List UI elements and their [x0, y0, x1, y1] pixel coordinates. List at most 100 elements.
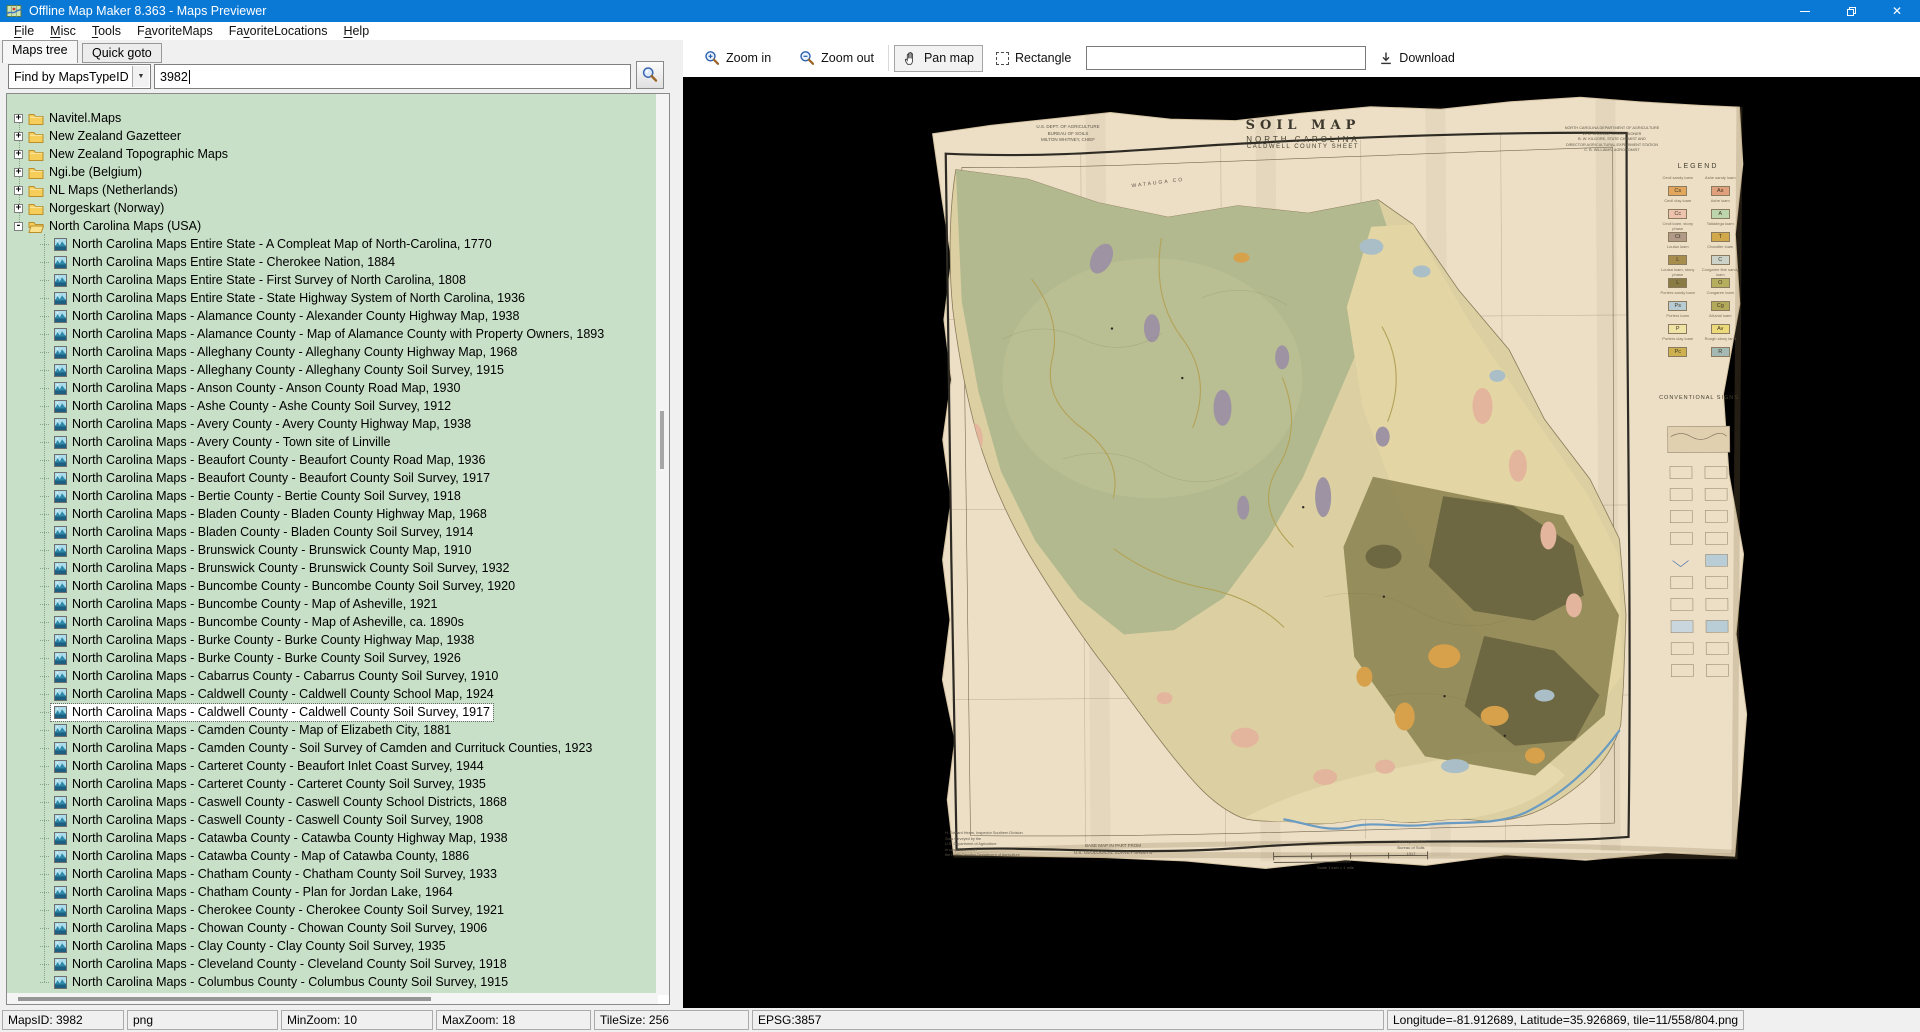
tree-item[interactable]: North Carolina Maps - Bladen County - Bl… — [7, 523, 658, 541]
tree-item[interactable]: North Carolina Maps - Buncombe County - … — [7, 577, 658, 595]
selection-input[interactable] — [1086, 46, 1366, 70]
tree-item[interactable]: North Carolina Maps - Caldwell County - … — [7, 685, 658, 703]
tree-item[interactable]: North Carolina Maps Entire State - State… — [7, 289, 658, 307]
menu-item[interactable]: FavoriteMaps — [129, 23, 221, 39]
tree-item[interactable]: North Carolina Maps - Alleghany County -… — [7, 361, 658, 379]
tree-folder[interactable]: + Norgeskart (Norway) — [7, 199, 658, 217]
tree-item[interactable]: North Carolina Maps - Clay County - Clay… — [7, 937, 658, 955]
tree-item-label: North Carolina Maps - Alamance County - … — [72, 327, 604, 341]
tree-item-label: North Carolina Maps - Bertie County - Be… — [72, 489, 461, 503]
tree-item[interactable]: North Carolina Maps - Avery County - Tow… — [7, 433, 658, 451]
tree-item-label: North Carolina Maps - Brunswick County -… — [72, 543, 471, 557]
tree-folder[interactable]: + New Zealand Gazetteer — [7, 127, 658, 145]
restore-button[interactable] — [1828, 0, 1874, 22]
tree-item-label: North Carolina Maps - Avery County - Ave… — [72, 417, 471, 431]
rectangle-button[interactable]: Rectangle — [987, 45, 1080, 71]
pan-map-button[interactable]: Pan map — [894, 45, 983, 72]
zoom-in-button[interactable]: Zoom in — [695, 44, 780, 72]
tree-folder[interactable]: + New Zealand Topographic Maps — [7, 145, 658, 163]
tree-item[interactable]: North Carolina Maps - Avery County - Ave… — [7, 415, 658, 433]
tree-item[interactable]: North Carolina Maps - Burke County - Bur… — [7, 631, 658, 649]
tree-folder-label: North Carolina Maps (USA) — [49, 219, 201, 233]
zoom-out-button[interactable]: Zoom out — [790, 44, 883, 72]
legend-item: Louisa loam L — [1659, 245, 1697, 265]
tree-vertical-scrollbar-thumb[interactable] — [660, 411, 664, 469]
search-input[interactable]: 3982 — [154, 64, 631, 89]
tree-horizontal-scrollbar-thumb[interactable] — [18, 997, 431, 1001]
tree-folder[interactable]: + Ngi.be (Belgium) — [7, 163, 658, 181]
tree-item[interactable]: North Carolina Maps - Brunswick County -… — [7, 559, 658, 577]
close-button[interactable]: ✕ — [1874, 0, 1920, 22]
tree-item[interactable]: North Carolina Maps - Cabarrus County - … — [7, 667, 658, 685]
map-thumbnail-icon — [54, 688, 67, 701]
tree-item[interactable]: North Carolina Maps - Beaufort County - … — [7, 451, 658, 469]
tree-item[interactable]: North Carolina Maps - Camden County - So… — [7, 739, 658, 757]
tree-item[interactable]: North Carolina Maps - Anson County - Ans… — [7, 379, 658, 397]
tree-item[interactable]: North Carolina Maps - Alleghany County -… — [7, 343, 658, 361]
expand-icon[interactable]: + — [14, 150, 23, 159]
map-preview-viewport[interactable]: SOIL MAP NORTH CAROLINA CALDWELL COUNTY … — [683, 77, 1920, 1008]
tree-item[interactable]: North Carolina Maps - Ashe County - Ashe… — [7, 397, 658, 415]
tree-item[interactable]: North Carolina Maps - Bladen County - Bl… — [7, 505, 658, 523]
tree-item[interactable]: North Carolina Maps - Carteret County - … — [7, 757, 658, 775]
tree-item[interactable]: North Carolina Maps - Catawba County - C… — [7, 829, 658, 847]
map-thumbnail-icon — [54, 436, 67, 449]
tree-item[interactable]: North Carolina Maps - Bertie County - Be… — [7, 487, 658, 505]
status-panel: MapsID: 3982 — [2, 1010, 124, 1030]
tree-item[interactable]: North Carolina Maps - Chatham County - P… — [7, 883, 658, 901]
tree-item[interactable]: North Carolina Maps - Caswell County - C… — [7, 811, 658, 829]
expand-icon[interactable]: + — [14, 204, 23, 213]
expand-icon[interactable]: + — [14, 186, 23, 195]
tab-maps-tree[interactable]: Maps tree — [2, 40, 78, 63]
tree-horizontal-scrollbar[interactable] — [7, 993, 658, 1004]
tree-item[interactable]: North Carolina Maps - Columbus County - … — [7, 973, 658, 991]
tree-item[interactable]: North Carolina Maps - Alamance County - … — [7, 307, 658, 325]
tree-item[interactable]: North Carolina Maps - Caldwell County - … — [7, 703, 658, 721]
tree-item[interactable]: North Carolina Maps - Catawba County - M… — [7, 847, 658, 865]
menu-item[interactable]: Help — [335, 23, 377, 39]
tree-folder[interactable]: + Navitel.Maps — [7, 109, 658, 127]
tree-item[interactable]: North Carolina Maps - Buncombe County - … — [7, 613, 658, 631]
tree-item[interactable]: North Carolina Maps Entire State - A Com… — [7, 235, 658, 253]
expand-icon[interactable]: + — [14, 132, 23, 141]
tree-item[interactable]: North Carolina Maps - Beaufort County - … — [7, 469, 658, 487]
tree-folder[interactable]: + NL Maps (Netherlands) — [7, 181, 658, 199]
tree-item[interactable]: North Carolina Maps - Carteret County - … — [7, 775, 658, 793]
minimize-button[interactable] — [1782, 0, 1828, 22]
tree-item[interactable]: North Carolina Maps Entire State - First… — [7, 271, 658, 289]
tree-item[interactable]: North Carolina Maps - Camden County - Ma… — [7, 721, 658, 739]
tree-item[interactable]: North Carolina Maps - Cleveland County -… — [7, 955, 658, 973]
search-button[interactable] — [636, 61, 664, 89]
menu-item[interactable]: Misc — [42, 23, 84, 39]
expand-icon[interactable]: + — [14, 114, 23, 123]
menu-item[interactable]: Tools — [84, 23, 129, 39]
find-by-dropdown[interactable]: Find by MapsTypeID ▼ — [8, 64, 151, 89]
tree-item[interactable]: North Carolina Maps - Alamance County - … — [7, 325, 658, 343]
map-thumbnail-icon — [54, 976, 67, 989]
tabstrip: Maps tree Quick goto — [0, 40, 683, 63]
map-scale-note: Scale 1 inch = 1 mile — [1243, 865, 1428, 871]
map-thumbnail-icon — [54, 256, 67, 269]
tree-item[interactable]: North Carolina Maps - Brunswick County -… — [7, 541, 658, 559]
tree-item[interactable]: North Carolina Maps - Cherokee County - … — [7, 901, 658, 919]
tree-item-label: North Carolina Maps - Alleghany County -… — [72, 345, 517, 359]
menu-item[interactable]: File — [6, 23, 42, 39]
collapse-icon[interactable]: - — [14, 222, 23, 231]
chevron-down-icon[interactable]: ▼ — [132, 66, 149, 87]
tree-item[interactable]: North Carolina Maps - Buncombe County - … — [7, 595, 658, 613]
tree-item[interactable]: North Carolina Maps - Burke County - Bur… — [7, 649, 658, 667]
panel-splitter[interactable] — [671, 40, 683, 1008]
expand-icon[interactable]: + — [14, 168, 23, 177]
menu-item[interactable]: FavoriteLocations — [221, 23, 336, 39]
tree-item[interactable]: North Carolina Maps - Chatham County - C… — [7, 865, 658, 883]
map-legend-title: LEGEND — [1658, 162, 1738, 172]
download-button[interactable]: Download — [1370, 45, 1464, 71]
tree-folder-expanded[interactable]: - North Carolina Maps (USA) — [7, 217, 658, 235]
tree-item[interactable]: North Carolina Maps - Caswell County - C… — [7, 793, 658, 811]
tree-vertical-scrollbar[interactable] — [656, 94, 669, 995]
tab-quick-goto[interactable]: Quick goto — [82, 43, 162, 63]
tree-item[interactable]: North Carolina Maps Entire State - Chero… — [7, 253, 658, 271]
statusbar: MapsID: 3982 png MinZoom: 10 MaxZoom: 18… — [0, 1008, 1920, 1032]
tree-connector — [40, 406, 49, 407]
tree-item[interactable]: North Carolina Maps - Chowan County - Ch… — [7, 919, 658, 937]
